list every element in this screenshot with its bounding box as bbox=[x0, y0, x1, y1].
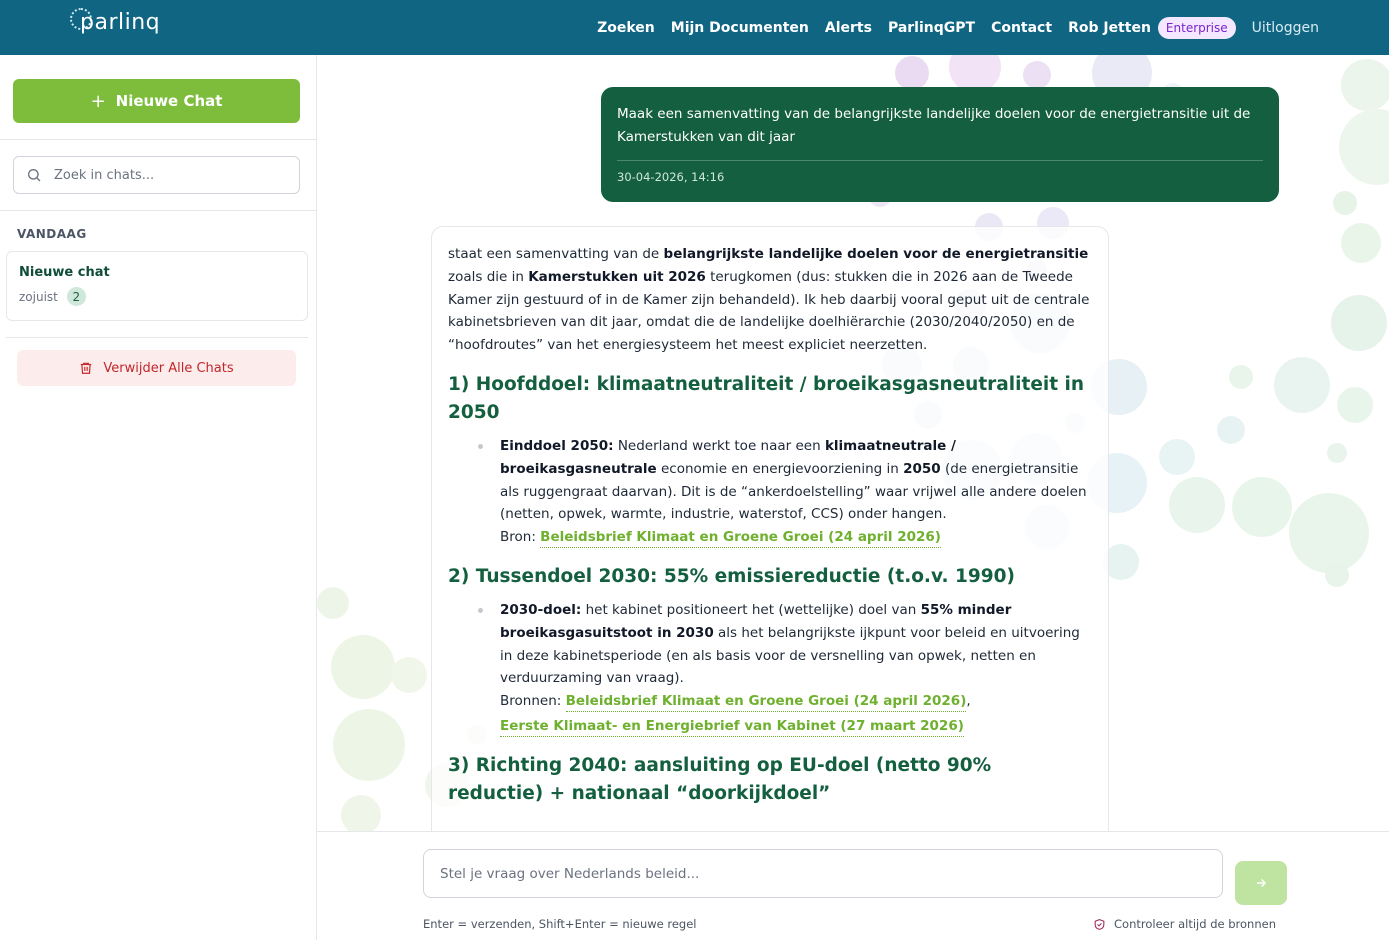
verify-sources-note: Controleer altijd de bronnen bbox=[1093, 917, 1276, 931]
answer-bold: 2050 bbox=[903, 460, 941, 477]
nav-item-mijn-documenten[interactable]: Mijn Documenten bbox=[671, 20, 809, 36]
user-message-bubble: Maak een samenvatting van de belangrijks… bbox=[601, 87, 1279, 202]
list-item: 2030-doel: het kabinet positioneert het … bbox=[478, 599, 1092, 738]
chat-item-message-count: 2 bbox=[66, 287, 86, 306]
source-line: Bronnen: Beleidsbrief Klimaat en Groene … bbox=[500, 690, 1092, 713]
answer-heading-1: 1) Hoofddoel: klimaatneutraliteit / broe… bbox=[448, 373, 1085, 423]
sidebar-divider bbox=[6, 337, 308, 338]
answer-heading-2: 2) Tussendoel 2030: 55% emissiereductie … bbox=[448, 565, 1015, 587]
logo-text: parlinq bbox=[80, 10, 161, 35]
arrow-right-icon bbox=[1256, 878, 1267, 888]
source-line: Eerste Klimaat- en Energiebrief van Kabi… bbox=[500, 715, 1092, 738]
answer-bold: 2030-doel: bbox=[500, 601, 582, 618]
main-nav: Zoeken Mijn Documenten Alerts ParlinqGPT… bbox=[597, 0, 1319, 55]
chat-search-input[interactable] bbox=[54, 167, 284, 183]
nav-item-zoeken[interactable]: Zoeken bbox=[597, 20, 655, 36]
answer-bold: Einddoel 2050: bbox=[500, 437, 614, 454]
source-link[interactable]: Beleidsbrief Klimaat en Groene Groei (24… bbox=[565, 693, 967, 713]
new-chat-label: Nieuwe Chat bbox=[115, 92, 223, 110]
source-link[interactable]: Beleidsbrief Klimaat en Groene Groei (24… bbox=[540, 529, 941, 549]
answer-list-1: Einddoel 2050: Nederland werkt toe naar … bbox=[448, 435, 1092, 549]
send-button[interactable] bbox=[1235, 861, 1287, 905]
chat-list-item[interactable]: Nieuwe chat zojuist 2 bbox=[6, 251, 308, 321]
new-chat-button[interactable]: + Nieuwe Chat bbox=[13, 79, 300, 123]
user-message-timestamp: 30-04-2026, 14:16 bbox=[617, 170, 725, 184]
separator-text: , bbox=[966, 693, 971, 710]
chat-search-field[interactable] bbox=[13, 156, 300, 194]
answer-text: economie en energievoorziening in bbox=[656, 460, 904, 477]
answer-text: zoals die in bbox=[448, 268, 529, 285]
delete-all-chats-button[interactable]: Verwijder Alle Chats bbox=[17, 350, 296, 386]
chat-main-area: Maak een samenvatting van de belangrijks… bbox=[317, 55, 1389, 831]
message-composer: Enter = verzenden, Shift+Enter = nieuwe … bbox=[317, 831, 1389, 940]
source-line: Bron: Beleidsbrief Klimaat en Groene Gro… bbox=[500, 526, 1092, 549]
search-icon bbox=[28, 169, 41, 182]
assistant-answer-card: staat een samenvatting van de belangrijk… bbox=[431, 226, 1109, 831]
keyboard-hint: Enter = verzenden, Shift+Enter = nieuwe … bbox=[423, 917, 697, 931]
verify-sources-text: Controleer altijd de bronnen bbox=[1114, 917, 1276, 931]
parlinq-logo[interactable]: parlinq bbox=[70, 7, 161, 35]
nav-item-contact[interactable]: Contact bbox=[991, 20, 1052, 36]
answer-text: staat een samenvatting van de bbox=[448, 246, 664, 262]
top-navigation-bar: parlinq Zoeken Mijn Documenten Alerts Pa… bbox=[0, 0, 1389, 55]
chat-item-time: zojuist bbox=[19, 289, 58, 304]
trash-icon bbox=[81, 362, 92, 374]
nav-user-name[interactable]: Rob Jetten bbox=[1068, 20, 1151, 36]
list-item: Einddoel 2050: Nederland werkt toe naar … bbox=[478, 435, 1092, 549]
source-label: Bron: bbox=[500, 529, 541, 546]
logout-link[interactable]: Uitloggen bbox=[1252, 20, 1319, 36]
sidebar-divider bbox=[0, 139, 316, 140]
answer-heading-3: 3) Richting 2040: aansluiting op EU-doel… bbox=[448, 754, 992, 804]
chat-group-label: VANDAAG bbox=[17, 227, 87, 241]
source-link[interactable]: Eerste Klimaat- en Energiebrief van Kabi… bbox=[500, 717, 964, 737]
answer-text: het kabinet positioneert het (wettelijke… bbox=[581, 601, 921, 618]
question-input[interactable] bbox=[440, 865, 1200, 882]
question-input-box[interactable] bbox=[423, 849, 1223, 898]
plan-badge: Enterprise bbox=[1157, 16, 1236, 39]
answer-list-2: 2030-doel: het kabinet positioneert het … bbox=[448, 599, 1092, 738]
answer-intro: staat een samenvatting van de belangrijk… bbox=[448, 243, 1092, 357]
chat-item-title: Nieuwe chat bbox=[19, 265, 110, 280]
chat-sidebar: + Nieuwe Chat VANDAAG Nieuwe chat zojuis… bbox=[0, 55, 317, 940]
answer-bold: Kamerstukken uit 2026 bbox=[528, 268, 706, 285]
plus-icon: + bbox=[90, 90, 106, 112]
source-label: Bronnen: bbox=[500, 693, 566, 710]
sidebar-divider bbox=[0, 210, 316, 211]
answer-bold: belangrijkste landelijke doelen voor de … bbox=[663, 246, 1089, 262]
answer-text: Nederland werkt toe naar een bbox=[613, 437, 825, 454]
nav-item-parlinqgpt[interactable]: ParlinqGPT bbox=[888, 20, 975, 36]
nav-item-alerts[interactable]: Alerts bbox=[825, 20, 872, 36]
delete-all-label: Verwijder Alle Chats bbox=[103, 360, 234, 376]
shield-check-icon bbox=[1094, 918, 1105, 930]
message-divider bbox=[617, 160, 1263, 161]
user-message-text: Maak een samenvatting van de belangrijks… bbox=[617, 106, 1251, 145]
